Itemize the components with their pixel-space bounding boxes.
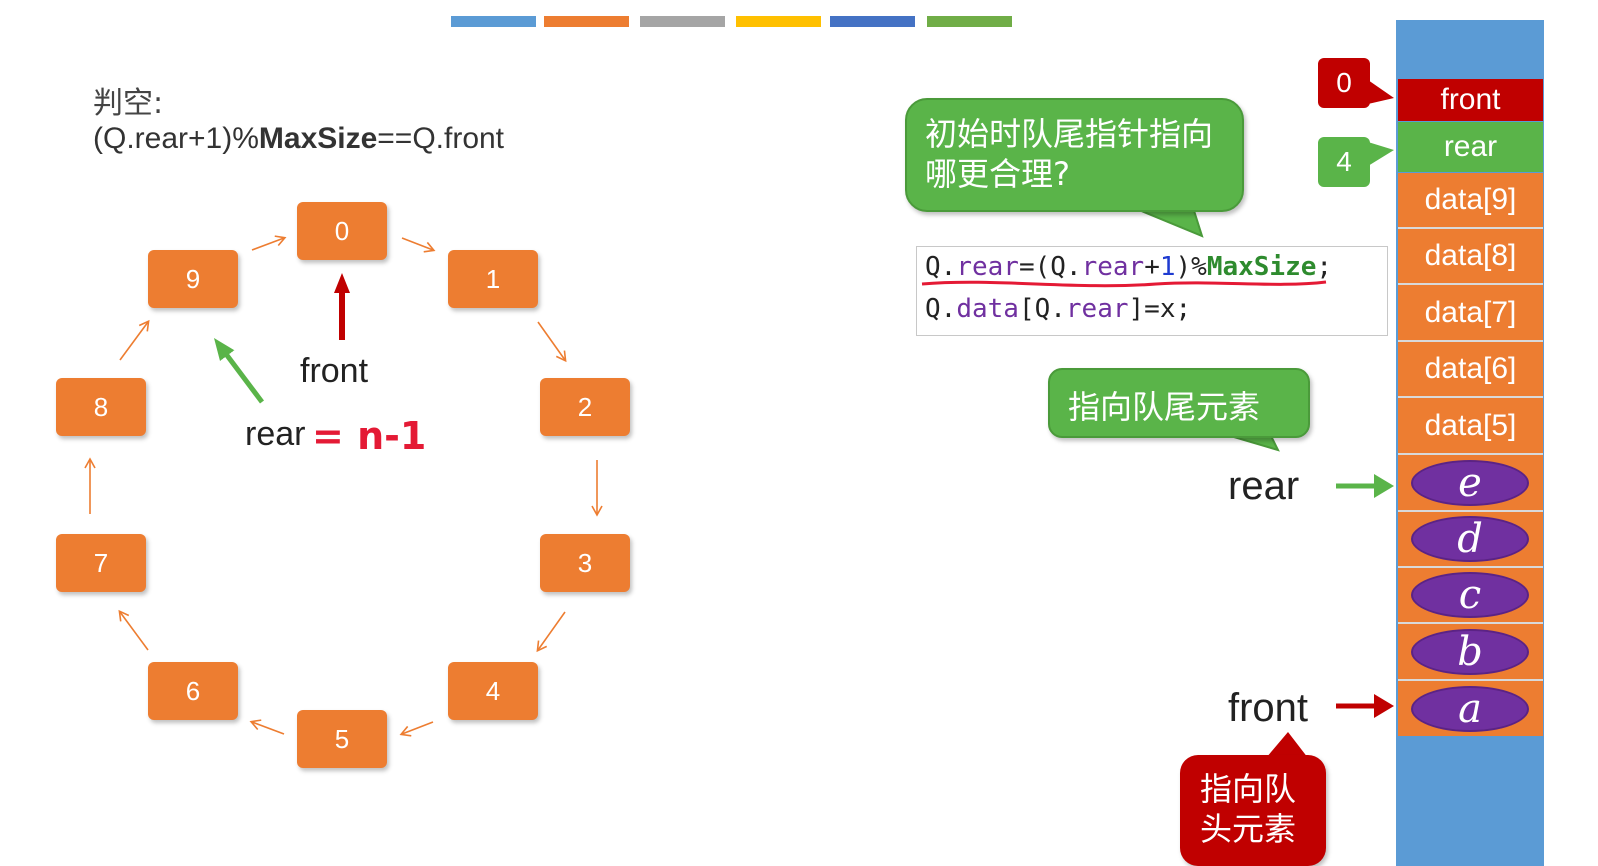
memory-slot-9: data[9] (1398, 173, 1543, 229)
ring-arrow-9-0 (251, 235, 287, 251)
top-color-bar-5 (830, 16, 915, 27)
rear-pointer-value: 4 (1318, 137, 1370, 187)
ring-arrow-4-5 (399, 721, 434, 737)
memory-slot-6: data[6] (1398, 342, 1543, 398)
question-bubble: 初始时队尾指针指向哪更合理? (905, 98, 1244, 212)
element-d: d (1413, 516, 1527, 562)
side-front-label: front (1228, 686, 1309, 730)
code-token: ]=x; (1128, 294, 1192, 324)
ring-node-5: 5 (297, 710, 387, 768)
ring-node-7: 7 (56, 534, 146, 592)
code-line-2: Q.data[Q.rear]=x; (925, 294, 1191, 324)
memory-slot-8: data[8] (1398, 229, 1543, 285)
tail-bubble-text: 指向队尾元素 (1068, 388, 1261, 426)
element-b: b (1413, 629, 1527, 675)
front-pointer-value: 0 (1318, 58, 1370, 108)
code-token: rear (1065, 294, 1129, 324)
memory-rear-cell: rear (1398, 122, 1543, 172)
ring-node-4: 4 (448, 662, 538, 720)
element-c: c (1413, 572, 1527, 618)
ring-node-1: 1 (448, 250, 538, 308)
element-e: e (1413, 460, 1527, 506)
ring-arrow-5-6 (249, 719, 285, 735)
side-rear-arrowhead (1374, 474, 1394, 498)
memory-front-cell: front (1398, 79, 1543, 121)
ring-arrow-3-4 (536, 611, 566, 653)
memory-slot-7: data[7] (1398, 285, 1543, 342)
code-token: Q. (925, 294, 957, 324)
head-bubble: 指向队 头元素 (1180, 755, 1326, 866)
ring-arrow-6-7 (118, 609, 149, 651)
rear-annotation: = n-1 (312, 414, 427, 458)
ring-node-3: 3 (540, 534, 630, 592)
ring-node-0: 0 (297, 202, 387, 260)
ring-node-9: 9 (148, 250, 238, 308)
top-color-bar-4 (736, 16, 821, 27)
memory-slot-5: data[5] (1398, 398, 1543, 455)
ring-arrow-0-1 (401, 237, 436, 253)
head-bubble-line2: 头元素 (1200, 810, 1297, 848)
ring-node-6: 6 (148, 662, 238, 720)
tail-bubble: 指向队尾元素 (1048, 368, 1310, 438)
ring-rear-label: rear (245, 415, 306, 453)
ring-front-label: front (300, 352, 369, 390)
code-token: [Q. (1018, 294, 1066, 324)
element-a: a (1413, 686, 1527, 732)
ring-node-2: 2 (540, 378, 630, 436)
ring-arrow-1-2 (537, 321, 567, 363)
rear-pointer-arrow (214, 338, 264, 404)
side-rear-label: rear (1228, 464, 1300, 508)
side-front-arrowhead (1374, 694, 1394, 718)
head-bubble-line1: 指向队 (1200, 770, 1297, 808)
code-underline (921, 280, 1327, 288)
question-text: 初始时队尾指针指向哪更合理? (925, 115, 1214, 193)
top-color-bar-6 (927, 16, 1012, 27)
ring-node-8: 8 (56, 378, 146, 436)
code-token: data (956, 294, 1019, 324)
ring-arrow-8-9 (119, 319, 150, 361)
side-arrows (1336, 474, 1394, 718)
